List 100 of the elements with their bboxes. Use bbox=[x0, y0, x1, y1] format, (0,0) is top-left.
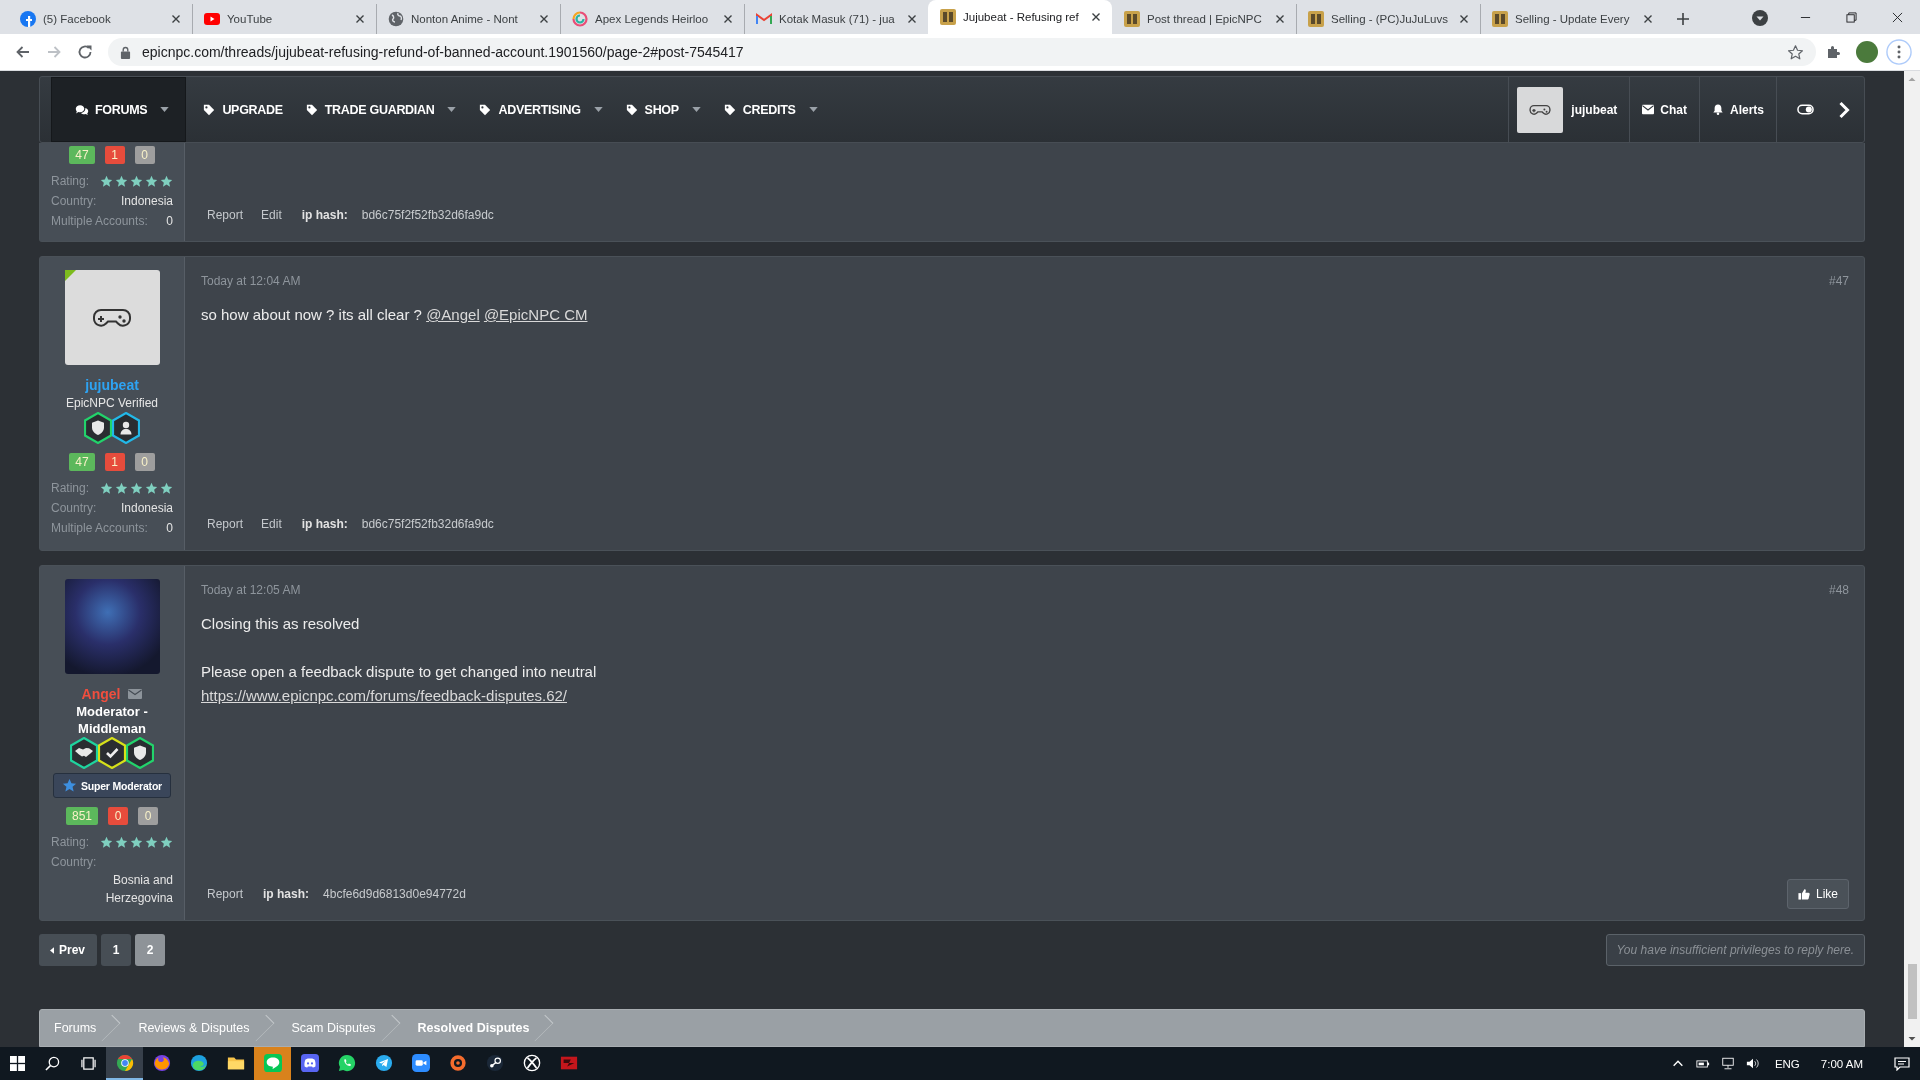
close-icon[interactable] bbox=[907, 14, 917, 24]
post-text: so how about now ? its all clear ? @Angel @EpicNPC CM bbox=[201, 305, 589, 325]
taskbar-app[interactable] bbox=[106, 1047, 143, 1080]
star-icon bbox=[130, 835, 143, 849]
page-button[interactable]: 1 bbox=[101, 934, 132, 966]
account-menu[interactable]: jujubeat bbox=[1508, 77, 1630, 142]
post-link[interactable]: @EpicNPC CM bbox=[483, 306, 588, 323]
star-icon bbox=[130, 174, 143, 188]
prev-page-button[interactable]: Prev bbox=[39, 934, 98, 966]
post-action-link[interactable]: Report bbox=[207, 887, 244, 901]
speaker-icon[interactable] bbox=[1745, 1057, 1760, 1070]
nav-link[interactable]: Alerts bbox=[1699, 77, 1776, 142]
field-label: Multiple Accounts: bbox=[51, 213, 148, 230]
puzzle-piece-icon[interactable] bbox=[1826, 44, 1842, 60]
star-icon bbox=[62, 778, 77, 793]
globe-icon bbox=[388, 11, 404, 27]
chevron-right-icon[interactable] bbox=[1838, 100, 1850, 119]
network-icon[interactable] bbox=[1720, 1057, 1735, 1070]
envelope-icon bbox=[756, 11, 772, 27]
like-button[interactable]: Like bbox=[1787, 879, 1849, 909]
tag-icon bbox=[202, 103, 217, 116]
post-action-link[interactable]: Edit bbox=[261, 517, 282, 531]
close-icon[interactable] bbox=[355, 14, 365, 24]
nav-link[interactable]: Chat bbox=[1629, 77, 1699, 142]
thumbs-up-icon bbox=[1798, 888, 1810, 900]
ip-hash-value: bd6c75f2f52fb32d6fa9dc bbox=[361, 208, 494, 222]
user-title: EpicNPC Verified bbox=[65, 395, 158, 412]
dropdown-icon[interactable] bbox=[1752, 10, 1768, 26]
post-link[interactable]: @Angel bbox=[426, 306, 480, 323]
field-value: 0 bbox=[166, 520, 173, 537]
browser-tab[interactable]: Post thread | EpicNPC bbox=[1112, 4, 1296, 34]
restore-icon[interactable] bbox=[1845, 11, 1857, 23]
clock-text[interactable]: 7:00 AM bbox=[1820, 1057, 1863, 1070]
lock-icon bbox=[120, 45, 131, 59]
star-icon bbox=[145, 481, 158, 495]
gamepad-icon bbox=[1529, 102, 1552, 117]
scrollbar[interactable] bbox=[1904, 71, 1920, 1047]
round-logo-icon bbox=[20, 11, 36, 27]
post-action-link[interactable]: Report bbox=[207, 208, 244, 222]
nav-tab[interactable]: FORUMS bbox=[51, 77, 187, 142]
star-icon bbox=[100, 174, 113, 188]
browser-tab[interactable]: (5) Facebook bbox=[8, 4, 192, 34]
nav-tab[interactable]: TRADE GUARDIAN bbox=[293, 77, 468, 142]
crossed-circle-icon bbox=[522, 1053, 541, 1072]
search-icon[interactable] bbox=[44, 1056, 60, 1071]
star-icon bbox=[100, 481, 113, 495]
post-action-link[interactable]: Edit bbox=[261, 208, 282, 222]
close-icon[interactable] bbox=[1091, 12, 1101, 22]
site-logo-icon bbox=[940, 9, 956, 25]
nav-tab[interactable]: CREDITS bbox=[711, 77, 829, 142]
nav-tab[interactable]: ADVERTISING bbox=[467, 77, 614, 142]
linked-circles-icon bbox=[485, 1053, 504, 1072]
close-icon[interactable] bbox=[539, 14, 549, 24]
notification-icon[interactable] bbox=[1894, 1056, 1910, 1071]
reply-notice: You have insufficient privileges to reply here. bbox=[1605, 934, 1865, 966]
field-label: Country: bbox=[51, 193, 97, 210]
site-logo-icon bbox=[1492, 11, 1508, 27]
close-icon[interactable] bbox=[171, 14, 181, 24]
star-icon bbox=[145, 835, 158, 849]
address-bar[interactable]: epicnpc.com/threads/jujubeat-refusing-refund-of-banned-account.1901560/page-2#post-7545417 bbox=[108, 38, 1816, 66]
close-icon[interactable] bbox=[1643, 14, 1653, 24]
nav-tab[interactable]: UPGRADE bbox=[191, 77, 294, 142]
ip-hash-value: 4bcfe6d9d6813d0e94772d bbox=[323, 887, 466, 901]
feedback-count[interactable]: 0 bbox=[108, 807, 128, 825]
bell-icon bbox=[1712, 104, 1724, 115]
star-icon[interactable] bbox=[1787, 43, 1804, 61]
envelope-icon[interactable] bbox=[128, 689, 143, 699]
plus-icon[interactable] bbox=[1676, 12, 1690, 26]
ip-hash-label: ip hash: bbox=[301, 208, 348, 222]
task-view-icon[interactable] bbox=[80, 1056, 96, 1071]
profile-avatar[interactable] bbox=[1856, 41, 1878, 63]
browser-tab[interactable]: Jujubeat - Refusing ref bbox=[928, 0, 1112, 34]
close-icon[interactable] bbox=[1459, 14, 1469, 24]
nav-tab[interactable]: SHOP bbox=[613, 77, 712, 142]
avatar-placeholder[interactable] bbox=[64, 579, 160, 674]
tag-icon bbox=[624, 103, 639, 116]
close-icon[interactable] bbox=[723, 14, 733, 24]
post-link[interactable]: https://www.epicnpc.com/forums/feedback-disputes.62/ bbox=[201, 687, 567, 704]
ball-logo-icon bbox=[115, 1053, 134, 1072]
language-indicator[interactable]: ENG bbox=[1774, 1057, 1800, 1070]
battery-icon[interactable] bbox=[1695, 1057, 1710, 1070]
caret-left-icon bbox=[50, 946, 54, 954]
wave-logo-icon bbox=[189, 1053, 208, 1072]
star-icon bbox=[160, 835, 173, 849]
close-icon[interactable] bbox=[1891, 11, 1903, 23]
post-action-link[interactable]: Report bbox=[207, 517, 244, 531]
start-icon[interactable] bbox=[9, 1056, 25, 1071]
close-icon[interactable] bbox=[1275, 14, 1285, 24]
toggle-icon[interactable] bbox=[1797, 104, 1814, 115]
reload-icon[interactable] bbox=[76, 44, 93, 60]
field-label: Multiple Accounts: bbox=[51, 520, 148, 537]
user-title: Moderator - Middleman bbox=[75, 703, 149, 737]
star-icon bbox=[145, 174, 158, 188]
star-icon bbox=[160, 481, 173, 495]
post-text: Please open a feedback dispute to get changed into neutral bbox=[201, 662, 598, 682]
avatar-placeholder[interactable] bbox=[64, 270, 160, 365]
left-arrow-icon[interactable] bbox=[14, 44, 31, 60]
field-label: Rating: bbox=[51, 834, 90, 851]
ip-hash-label: ip hash: bbox=[301, 517, 348, 531]
scrollbar-thumb[interactable] bbox=[1907, 964, 1917, 1019]
